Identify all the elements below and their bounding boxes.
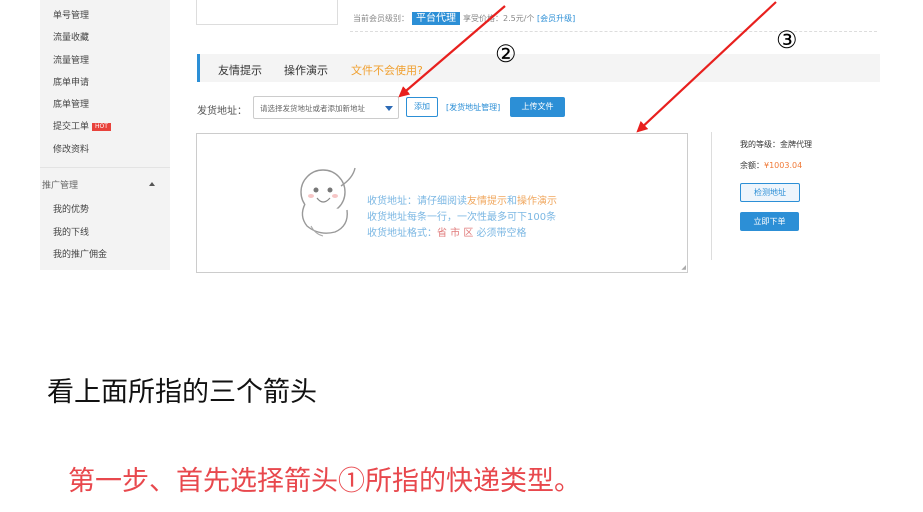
arrow-to-address-select xyxy=(398,5,506,98)
caption-line-2: 第一步、首先选择箭头①所指的快递类型。 xyxy=(68,466,581,497)
annotation-arrows xyxy=(398,1,777,133)
caption-line-1: 看上面所指的三个箭头 xyxy=(47,377,317,408)
arrow-to-textarea xyxy=(636,1,777,133)
